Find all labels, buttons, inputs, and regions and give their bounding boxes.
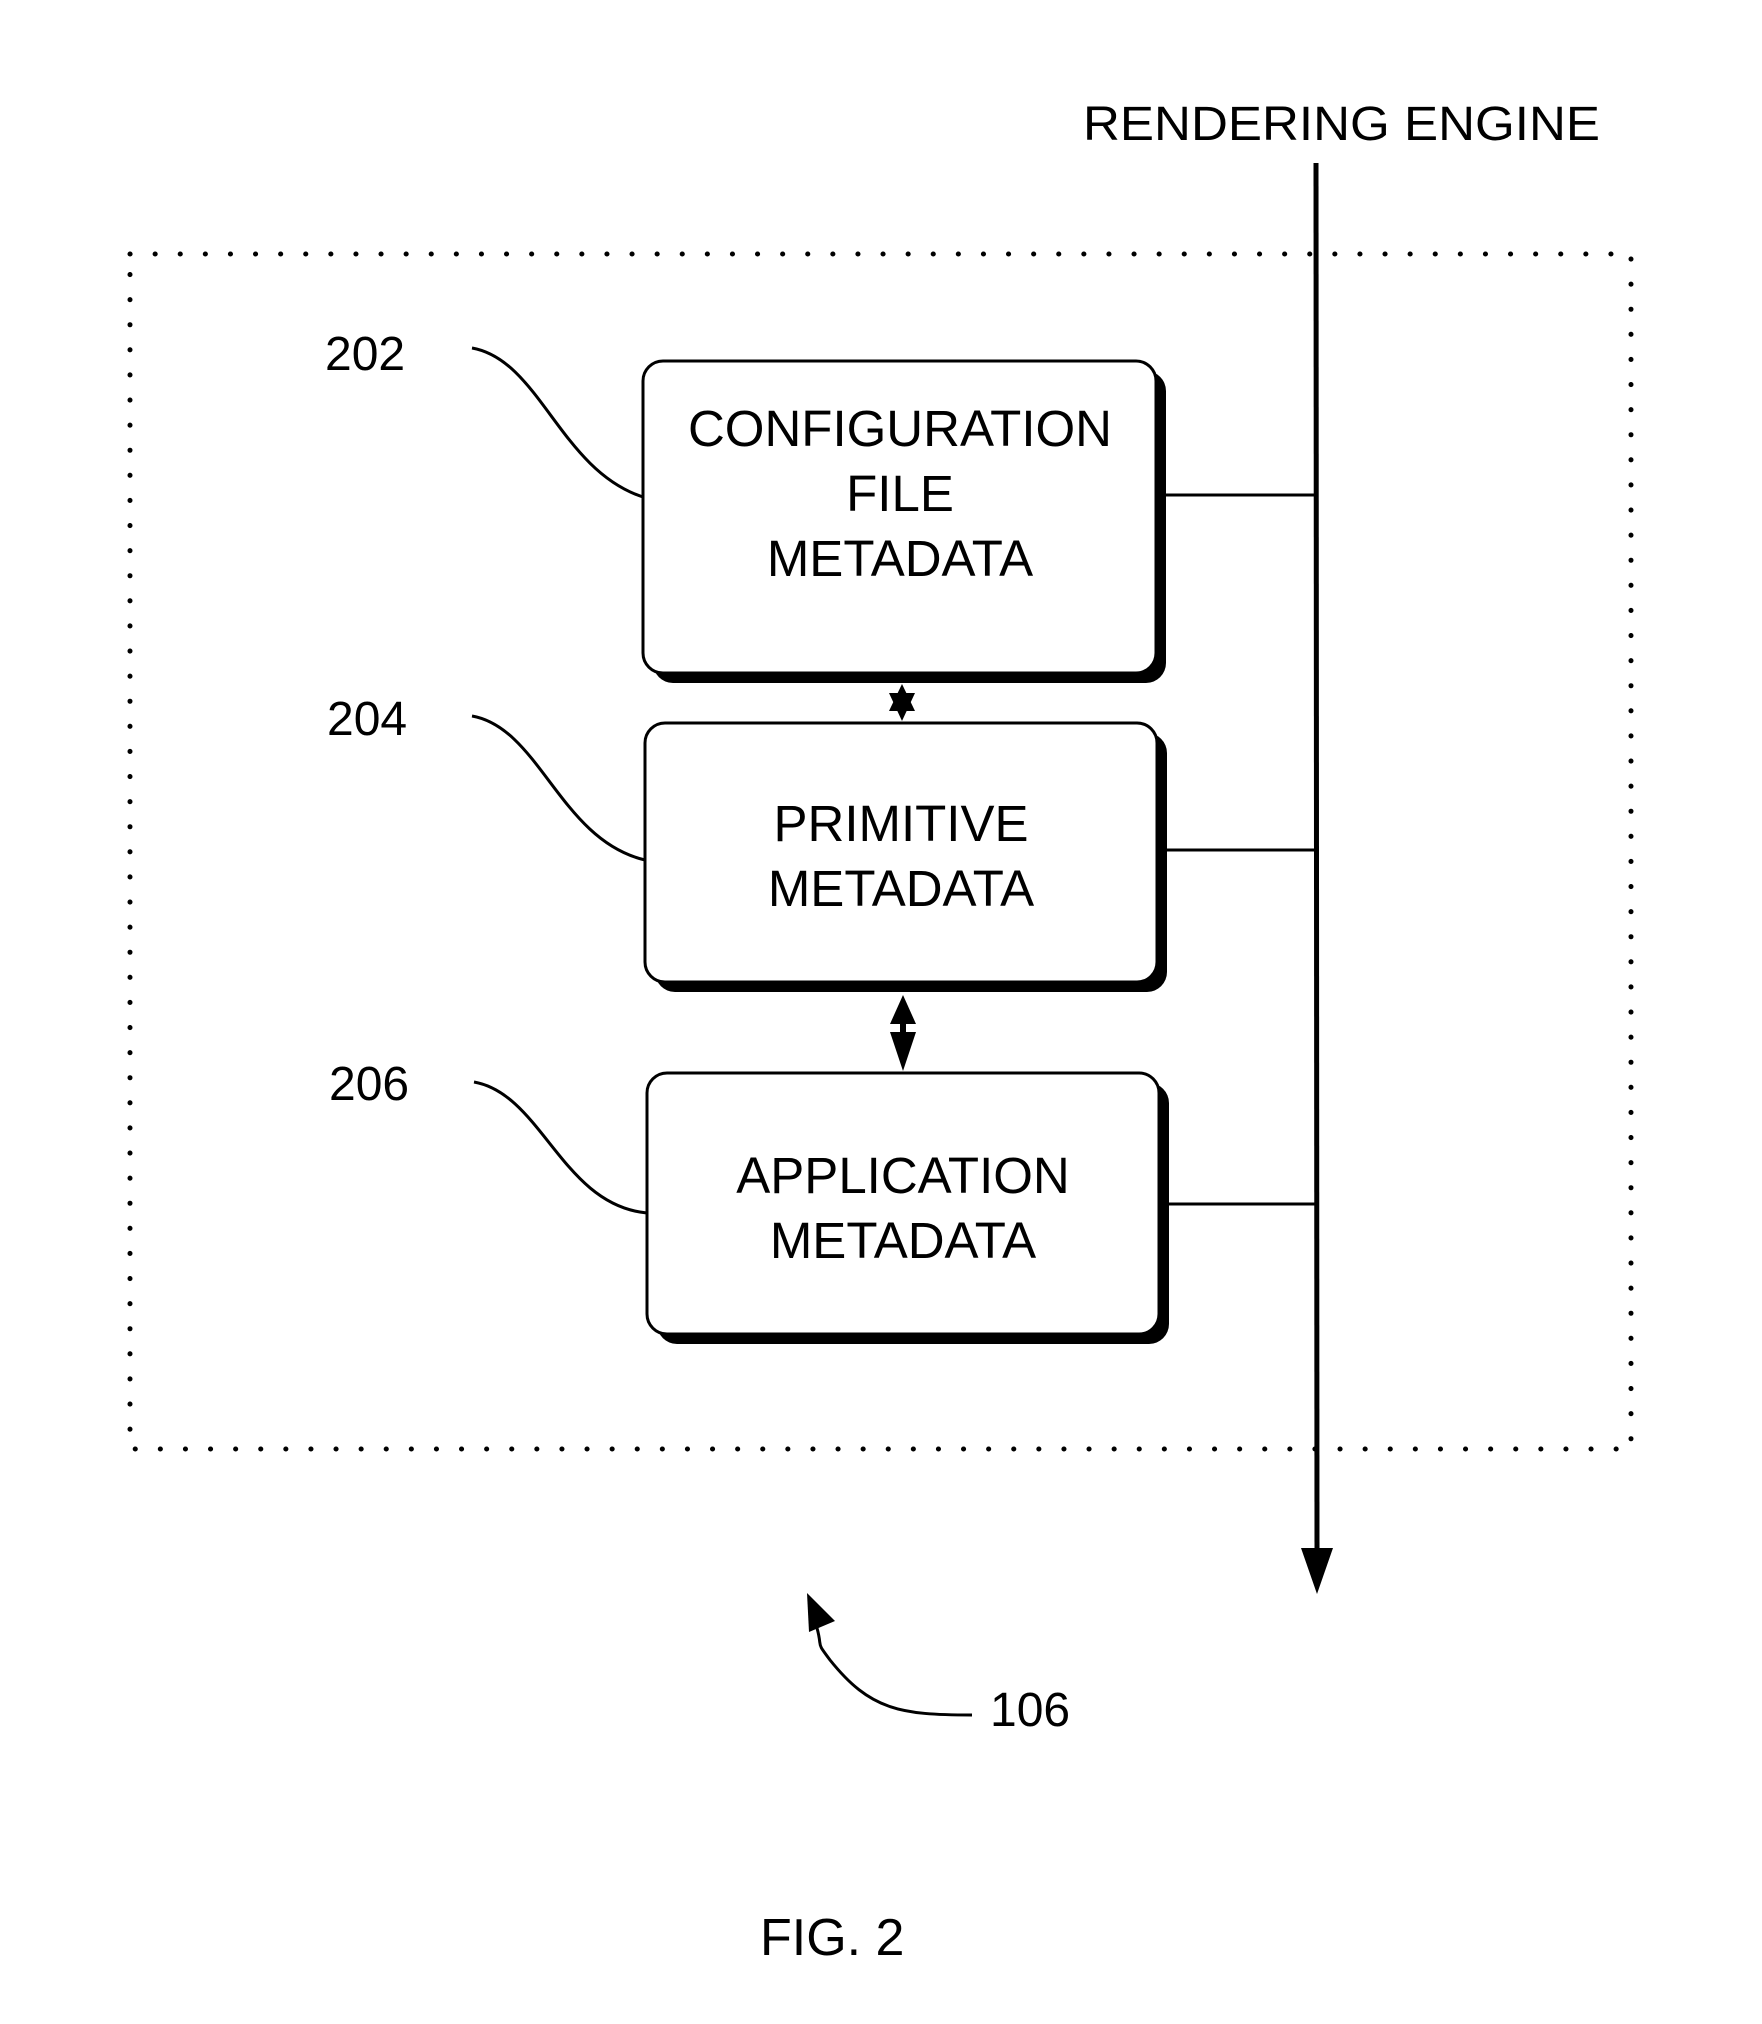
leader-line-202 xyxy=(471,346,644,499)
rendering-engine-arrowhead xyxy=(1301,1548,1333,1594)
ref-numeral-204: 204 xyxy=(327,693,407,746)
arrowhead-down xyxy=(890,1032,916,1071)
block-application-metadata: APPLICATION METADATA xyxy=(645,1071,1169,1344)
block-text-line: METADATA xyxy=(768,860,1034,917)
block-text-line: APPLICATION xyxy=(736,1147,1069,1204)
block-text-line: FILE xyxy=(846,465,954,522)
arrowhead-up xyxy=(890,995,916,1024)
block-text-line: METADATA xyxy=(770,1212,1036,1269)
leader-arrow-106 xyxy=(815,1627,973,1717)
ref-numeral-206: 206 xyxy=(329,1058,409,1111)
leader-line-204 xyxy=(471,714,646,862)
block-primitive-metadata: PRIMITIVE METADATA xyxy=(643,721,1167,992)
rendering-engine-line xyxy=(1313,162,1320,1561)
bidirectional-arrow-204-206 xyxy=(890,995,916,1071)
diagram-canvas: RENDERING ENGINE CONFIGURATION FILE META… xyxy=(127,98,1634,1967)
ref-numeral-106: 106 xyxy=(990,1684,1070,1737)
ref-numeral-202: 202 xyxy=(325,328,405,381)
leader-line-206 xyxy=(473,1080,648,1215)
block-box xyxy=(643,721,1159,984)
arrowhead-106 xyxy=(807,1593,835,1632)
block-text-line: CONFIGURATION xyxy=(688,400,1112,457)
rendering-engine-label: RENDERING ENGINE xyxy=(1083,98,1600,151)
block-text-line: PRIMITIVE xyxy=(773,795,1028,852)
block-configuration-file-metadata: CONFIGURATION FILE METADATA xyxy=(641,359,1166,683)
figure-caption: FIG. 2 xyxy=(760,1909,904,1967)
block-text-line: METADATA xyxy=(767,530,1033,587)
